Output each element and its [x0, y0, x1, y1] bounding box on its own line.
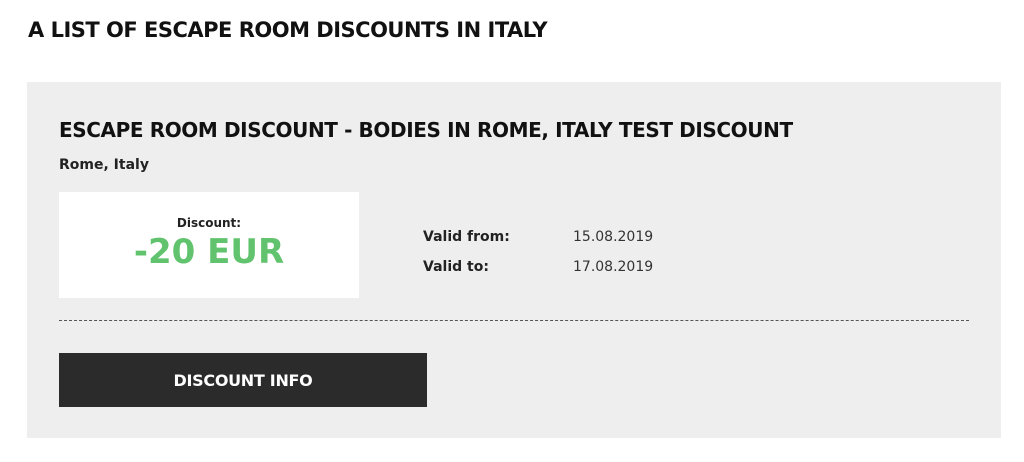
valid-from-label: Valid from:	[423, 229, 510, 245]
validity-info: Valid from: 15.08.2019 Valid to: 17.08.2…	[423, 222, 653, 282]
valid-from-date: 15.08.2019	[573, 229, 654, 245]
valid-from-row: Valid from: 15.08.2019	[423, 222, 653, 252]
discount-amount-box: Discount: -20 EUR	[59, 192, 359, 298]
discount-card: ESCAPE ROOM DISCOUNT - BODIES IN ROME, I…	[27, 82, 1001, 438]
valid-to-date: 17.08.2019	[573, 259, 654, 275]
dashed-divider	[59, 320, 969, 321]
discount-label: Discount:	[176, 216, 242, 230]
page-title: A LIST OF ESCAPE ROOM DISCOUNTS IN ITALY	[28, 18, 548, 42]
valid-to-row: Valid to: 17.08.2019	[423, 252, 653, 282]
discount-value: -20 EUR	[133, 232, 285, 272]
discount-location: Rome, Italy	[59, 157, 149, 173]
valid-to-label: Valid to:	[423, 259, 489, 275]
discount-card-title[interactable]: ESCAPE ROOM DISCOUNT - BODIES IN ROME, I…	[59, 118, 793, 142]
discount-info-button[interactable]: DISCOUNT INFO	[59, 353, 427, 407]
